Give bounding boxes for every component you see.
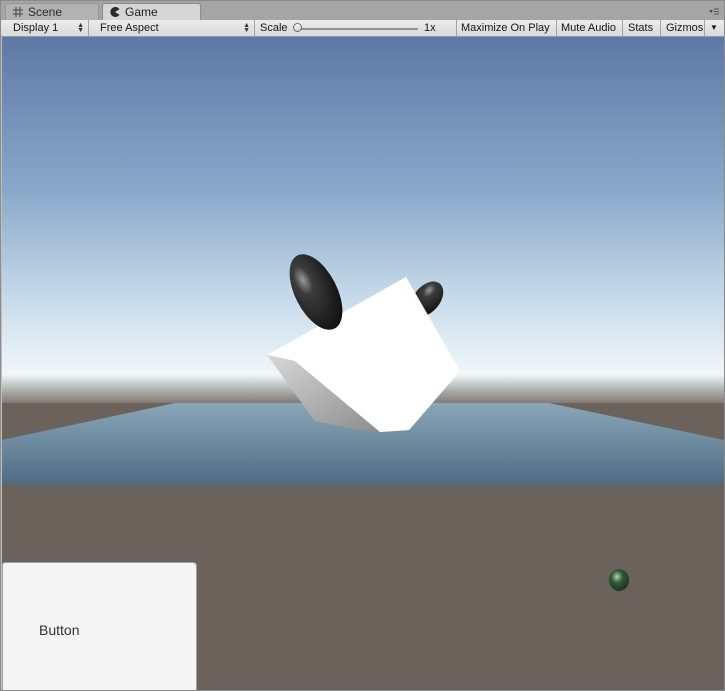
tab-menu-icon[interactable]	[708, 7, 720, 17]
aspect-dropdown-label: Free Aspect	[100, 22, 159, 34]
gizmos-dropdown-arrow-icon[interactable]: ▼	[705, 20, 724, 36]
mute-audio-label: Mute Audio	[561, 22, 617, 34]
display-dropdown[interactable]: Display 1 ▲ ▼	[7, 20, 89, 36]
tab-scene[interactable]: Scene	[5, 3, 99, 20]
pacman-icon	[110, 7, 120, 17]
dropdown-arrows-icon: ▲ ▼	[77, 22, 84, 34]
game-ui-button[interactable]: Button	[3, 563, 196, 690]
maximize-on-play-toggle[interactable]: Maximize On Play	[457, 20, 557, 36]
green-gem	[609, 569, 629, 591]
scale-label: Scale	[260, 22, 288, 34]
scale-slider-track[interactable]	[300, 28, 418, 30]
game-ui-button-label: Button	[39, 622, 80, 638]
floor-plane-edge	[2, 484, 724, 487]
aspect-dropdown[interactable]: Free Aspect ▲ ▼	[94, 20, 255, 36]
gizmos-toggle[interactable]: Gizmos	[661, 20, 705, 36]
grid-icon	[13, 7, 23, 17]
gizmos-label: Gizmos	[666, 22, 704, 34]
stats-label: Stats	[628, 22, 654, 34]
tab-game-label: Game	[125, 5, 158, 19]
game-viewport[interactable]: Button	[2, 37, 724, 690]
game-toolbar: Display 1 ▲ ▼ Free Aspect ▲ ▼ Scale 1x Max…	[1, 20, 724, 37]
scale-value: 1x	[424, 22, 436, 34]
tab-strip: Scene Game	[1, 1, 724, 21]
tab-scene-label: Scene	[28, 5, 63, 19]
display-dropdown-label: Display 1	[13, 22, 59, 34]
dropdown-arrows-icon: ▲ ▼	[243, 22, 250, 34]
maximize-on-play-label: Maximize On Play	[461, 22, 550, 34]
stats-toggle[interactable]: Stats	[623, 20, 661, 36]
game-window: Scene Game Display 1 ▲ ▼ Free Aspect ▲ ▼ S…	[0, 0, 725, 691]
scale-slider-thumb[interactable]	[293, 23, 302, 32]
mute-audio-toggle[interactable]: Mute Audio	[557, 20, 623, 36]
tab-game[interactable]: Game	[102, 3, 201, 21]
